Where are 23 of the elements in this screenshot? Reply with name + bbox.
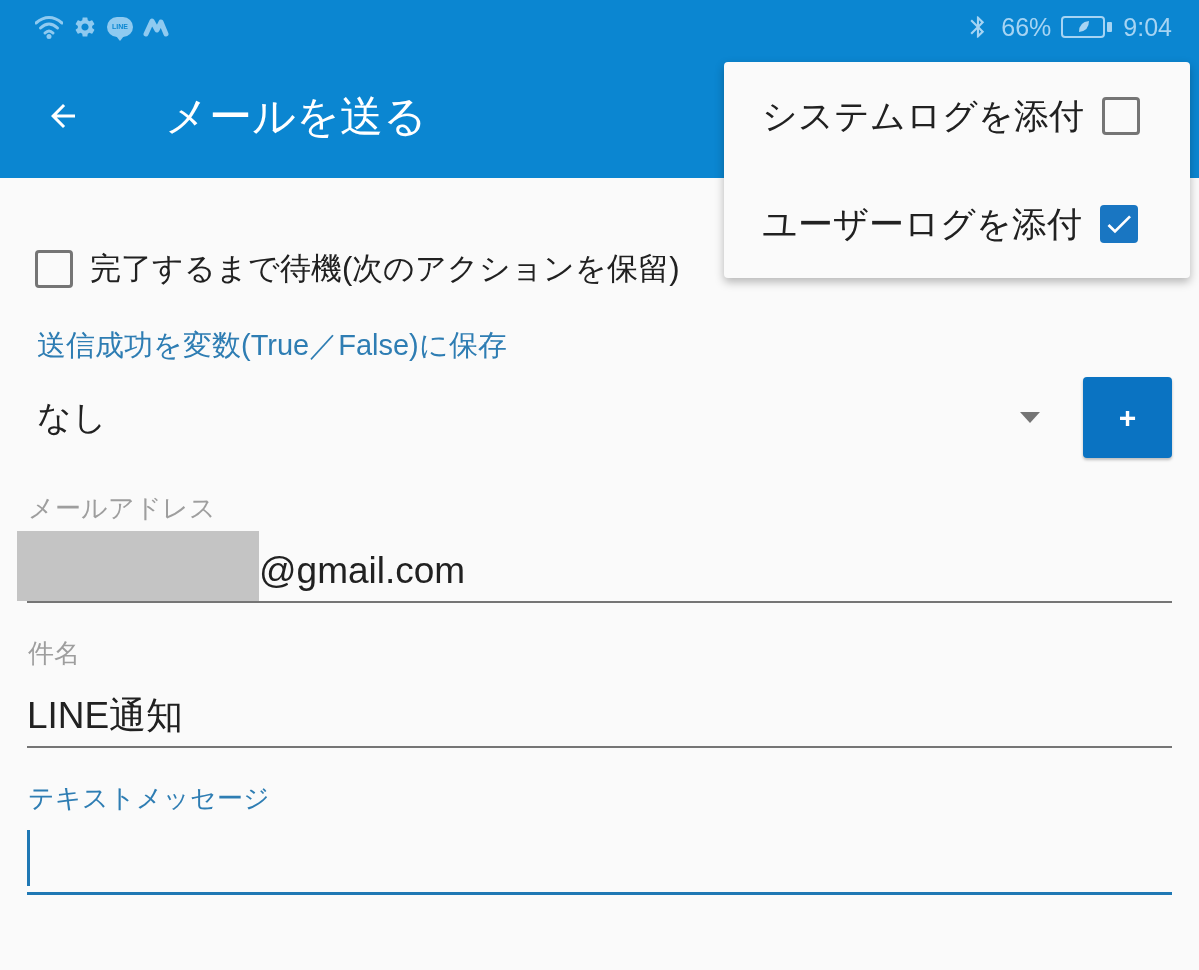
variable-dropdown[interactable]: なし	[27, 377, 1040, 458]
input-field[interactable]: LINE通知	[27, 676, 1172, 748]
menu-item[interactable]: システムログを添付	[724, 62, 1190, 170]
settings-icon	[73, 15, 97, 39]
input-field[interactable]: @gmail.com	[27, 531, 1172, 603]
zigzag-logo-icon	[143, 17, 169, 37]
section-label: 送信成功を変数(True／False)に保存	[37, 328, 507, 363]
checkbox[interactable]	[35, 250, 73, 288]
text-cursor	[27, 830, 30, 886]
field-label: 件名	[28, 637, 80, 669]
checkbox[interactable]	[1100, 205, 1138, 243]
checkbox-label: 完了するまで待機(次のアクションを保留)	[90, 250, 680, 288]
field-label: メールアドレス	[28, 492, 216, 524]
caret-icon	[1020, 412, 1040, 423]
battery-icon	[1061, 16, 1114, 38]
menu-item[interactable]: ユーザーログを添付	[724, 170, 1190, 278]
screen-title: メールを送る	[165, 91, 427, 142]
field-label: テキストメッセージ	[28, 782, 270, 814]
wifi-icon	[35, 15, 63, 39]
battery-percent: 66%	[1001, 12, 1052, 42]
clock-time: 9:04	[1123, 12, 1172, 42]
add-button[interactable]: +	[1083, 377, 1172, 458]
checkbox[interactable]	[1102, 97, 1140, 135]
